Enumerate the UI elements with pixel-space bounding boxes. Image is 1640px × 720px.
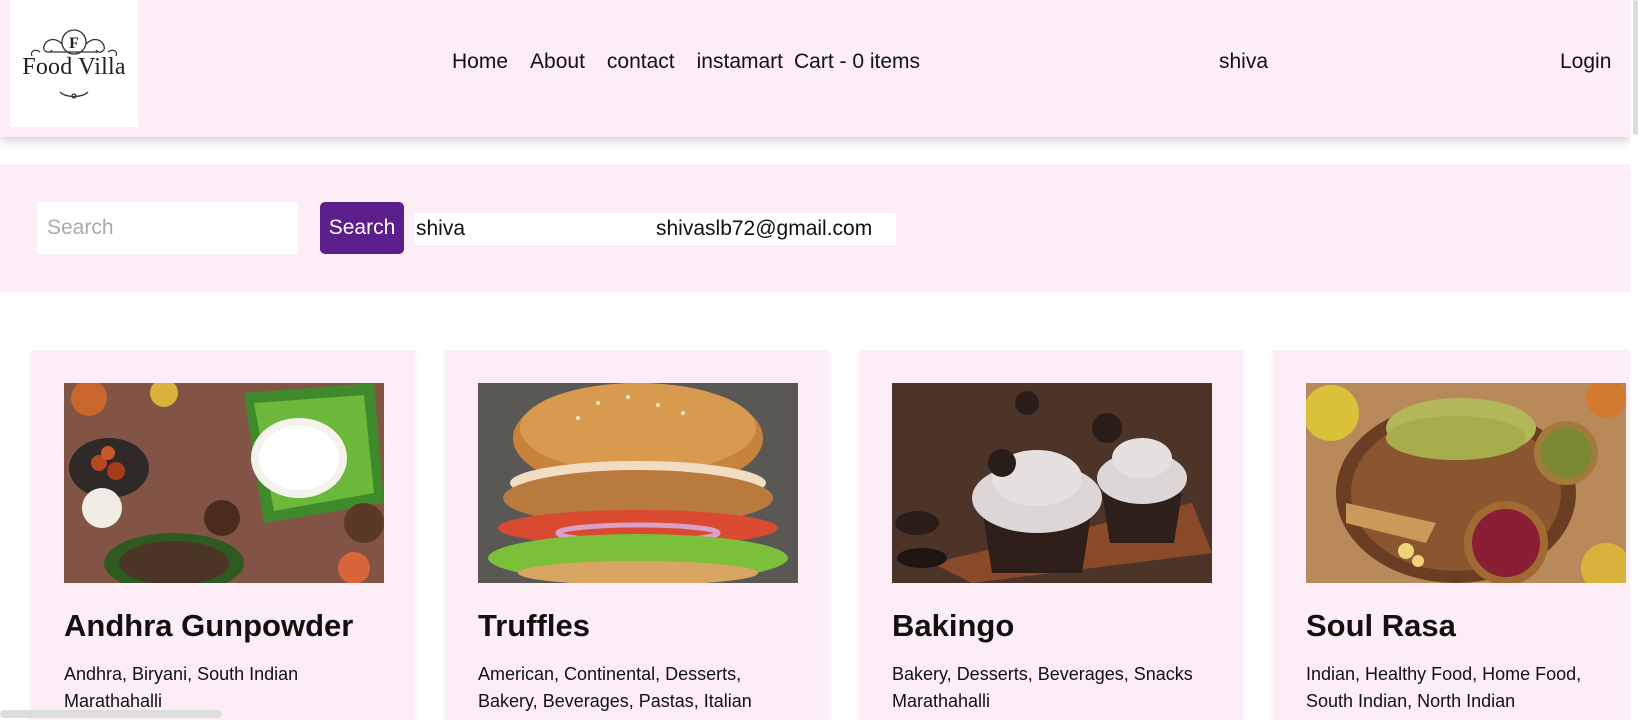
nav-about[interactable]: About <box>530 50 585 74</box>
restaurant-cuisine-line: Bakery, Desserts, Beverages, Snacks <box>892 664 1193 684</box>
restaurant-cuisines: Andhra, Biryani, South Indian Marathahal… <box>64 661 394 715</box>
user-info-name: shiva <box>416 217 466 240</box>
restaurant-cuisine-line: American, Continental, Desserts, <box>478 664 742 684</box>
restaurant-image <box>478 383 798 583</box>
restaurant-area: South Indian, North Indian <box>1306 691 1516 711</box>
restaurant-area: Bakery, Beverages, Pastas, Italian <box>478 691 752 711</box>
search-button[interactable]: Search <box>320 202 404 254</box>
logo[interactable]: F Food Villa <box>10 0 138 127</box>
restaurant-list: Andhra Gunpowder Andhra, Biryani, South … <box>0 350 1630 720</box>
restaurant-cuisines: Bakery, Desserts, Beverages, Snacks Mara… <box>892 661 1222 715</box>
horizontal-scrollbar-thumb[interactable] <box>0 710 222 718</box>
site-header: F Food Villa Home About contact instamar… <box>0 0 1630 137</box>
restaurant-name: Andhra Gunpowder <box>64 608 354 643</box>
restaurant-name: Soul Rasa <box>1306 608 1456 643</box>
user-info-box: shiva shivaslb72@gmail.com <box>414 213 896 245</box>
restaurant-image <box>1306 383 1626 583</box>
restaurant-name: Truffles <box>478 608 590 643</box>
restaurant-cuisines: Indian, Healthy Food, Home Food, South I… <box>1306 661 1630 715</box>
vertical-scrollbar-thumb[interactable] <box>1633 0 1638 135</box>
user-info-email: shivaslb72@gmail.com <box>656 217 873 240</box>
restaurant-cuisine-line: Andhra, Biryani, South Indian <box>64 664 299 684</box>
restaurant-card[interactable]: Soul Rasa Indian, Healthy Food, Home Foo… <box>1273 350 1630 720</box>
restaurant-cuisines: American, Continental, Desserts, Bakery,… <box>478 661 808 715</box>
restaurant-area: Marathahalli <box>892 691 991 711</box>
restaurant-card[interactable]: Truffles American, Continental, Desserts… <box>445 350 829 720</box>
login-button[interactable]: Login <box>1560 50 1611 74</box>
nav-contact[interactable]: contact <box>607 50 675 74</box>
svg-text:F: F <box>69 35 79 52</box>
search-bar: Search shiva shivaslb72@gmail.com <box>0 164 1630 292</box>
nav-home[interactable]: Home <box>452 50 508 74</box>
nav-instamart[interactable]: instamart <box>697 50 783 74</box>
restaurant-name: Bakingo <box>892 608 1015 643</box>
restaurant-card[interactable]: Bakingo Bakery, Desserts, Beverages, Sna… <box>859 350 1243 720</box>
main-nav: Home About contact instamart Cart - 0 it… <box>452 50 942 74</box>
logo-text: Food Villa <box>22 54 126 80</box>
search-input[interactable] <box>37 202 298 254</box>
restaurant-cuisine-line: Indian, Healthy Food, Home Food, <box>1306 664 1582 684</box>
nav-cart[interactable]: Cart - 0 items <box>794 50 920 74</box>
header-user-name: shiva <box>1219 50 1269 73</box>
restaurant-image <box>64 383 384 583</box>
restaurant-image <box>892 383 1212 583</box>
restaurant-card[interactable]: Andhra Gunpowder Andhra, Biryani, South … <box>31 350 415 720</box>
